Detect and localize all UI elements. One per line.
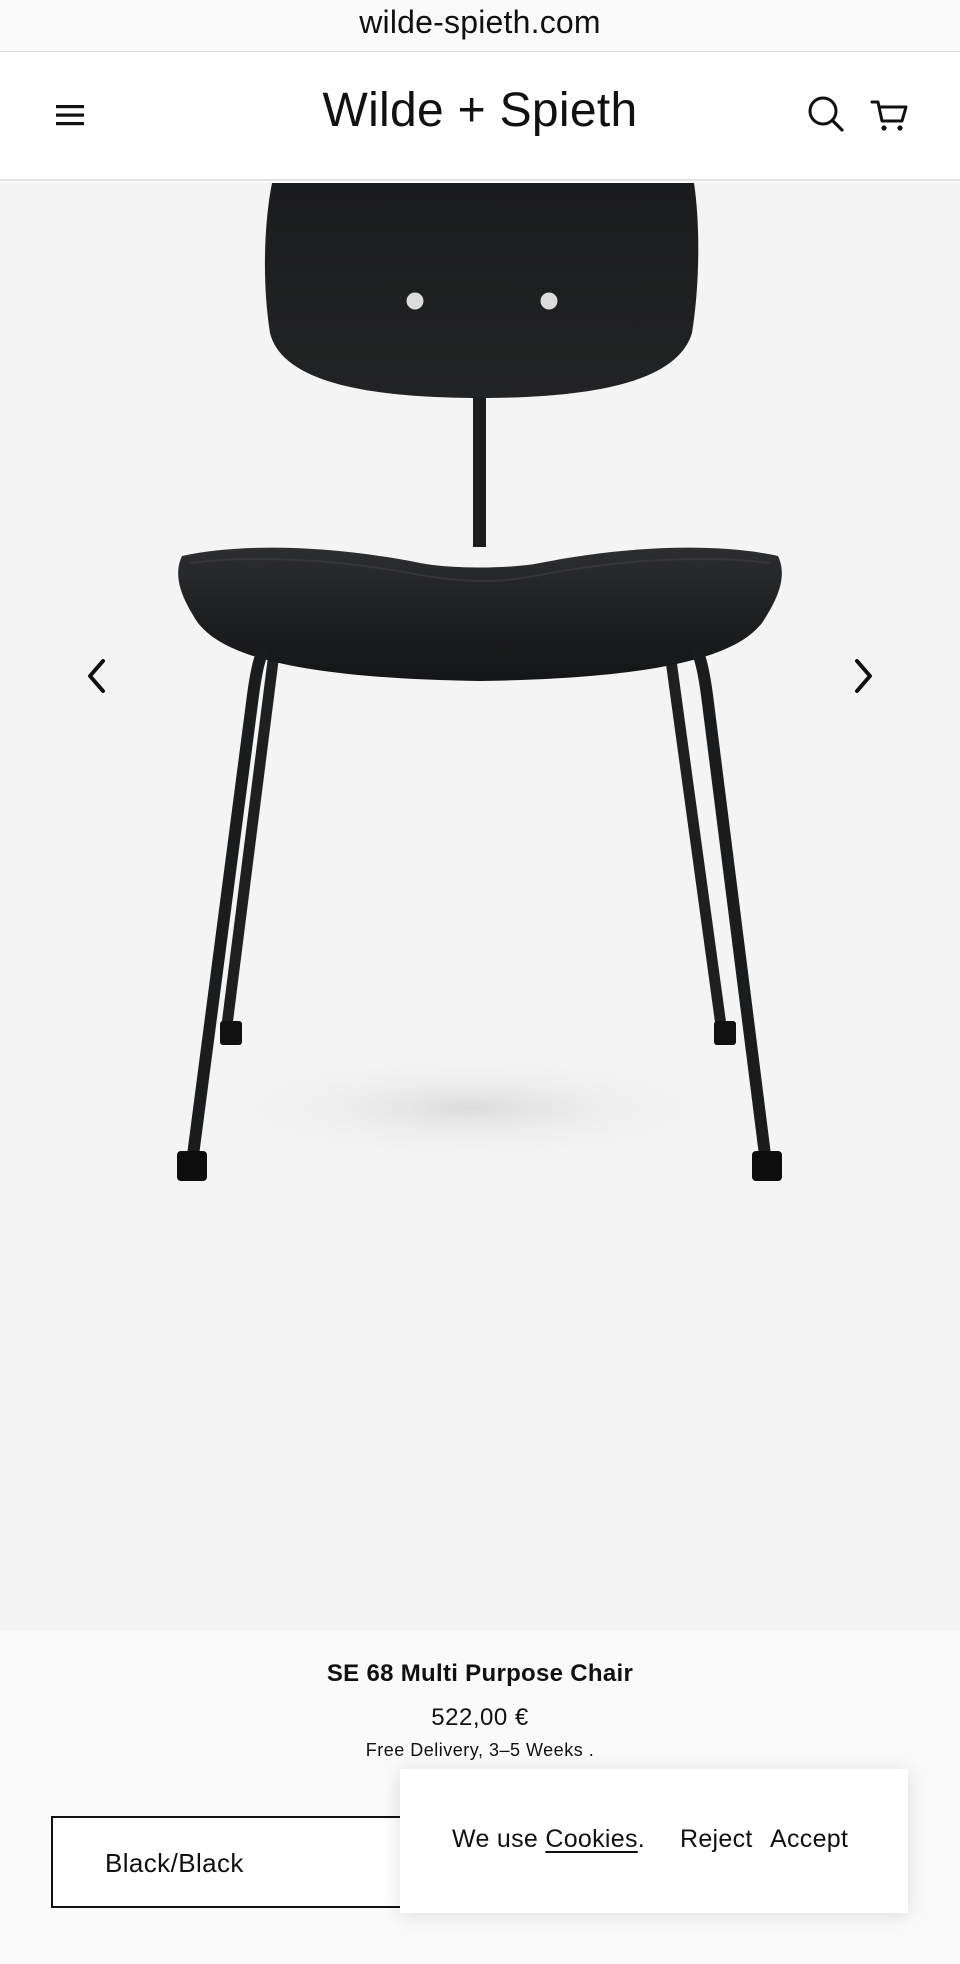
cookie-message: We use Cookies.: [452, 1825, 645, 1854]
reject-cookies-button[interactable]: Reject: [680, 1825, 753, 1854]
product-title: SE 68 Multi Purpose Chair: [326, 1660, 634, 1687]
accept-cookies-button[interactable]: Accept: [770, 1825, 848, 1854]
chevron-left-icon[interactable]: [72, 651, 122, 701]
product-image-gallery[interactable]: [0, 183, 960, 1630]
delivery-info: Free Delivery, 3–5 Weeks .: [365, 1740, 595, 1760]
product-image: [177, 183, 782, 1181]
cookie-suffix: .: [637, 1825, 646, 1853]
product-price: 522,00 €: [431, 1704, 529, 1731]
site-header: Wilde + Spieth: [0, 53, 960, 181]
cookie-prefix: We use: [452, 1825, 546, 1853]
url-text: wilde-spieth.com: [359, 4, 601, 40]
variant-selected-value: Black/Black: [105, 1848, 244, 1878]
shopping-cart-icon[interactable]: [870, 95, 910, 135]
chevron-right-icon[interactable]: [838, 651, 888, 701]
browser-url-bar[interactable]: wilde-spieth.com: [0, 0, 960, 52]
cookie-banner: We use Cookies. Reject Accept: [400, 1769, 908, 1913]
cookies-link[interactable]: Cookies: [545, 1825, 637, 1853]
search-icon[interactable]: [806, 94, 846, 134]
